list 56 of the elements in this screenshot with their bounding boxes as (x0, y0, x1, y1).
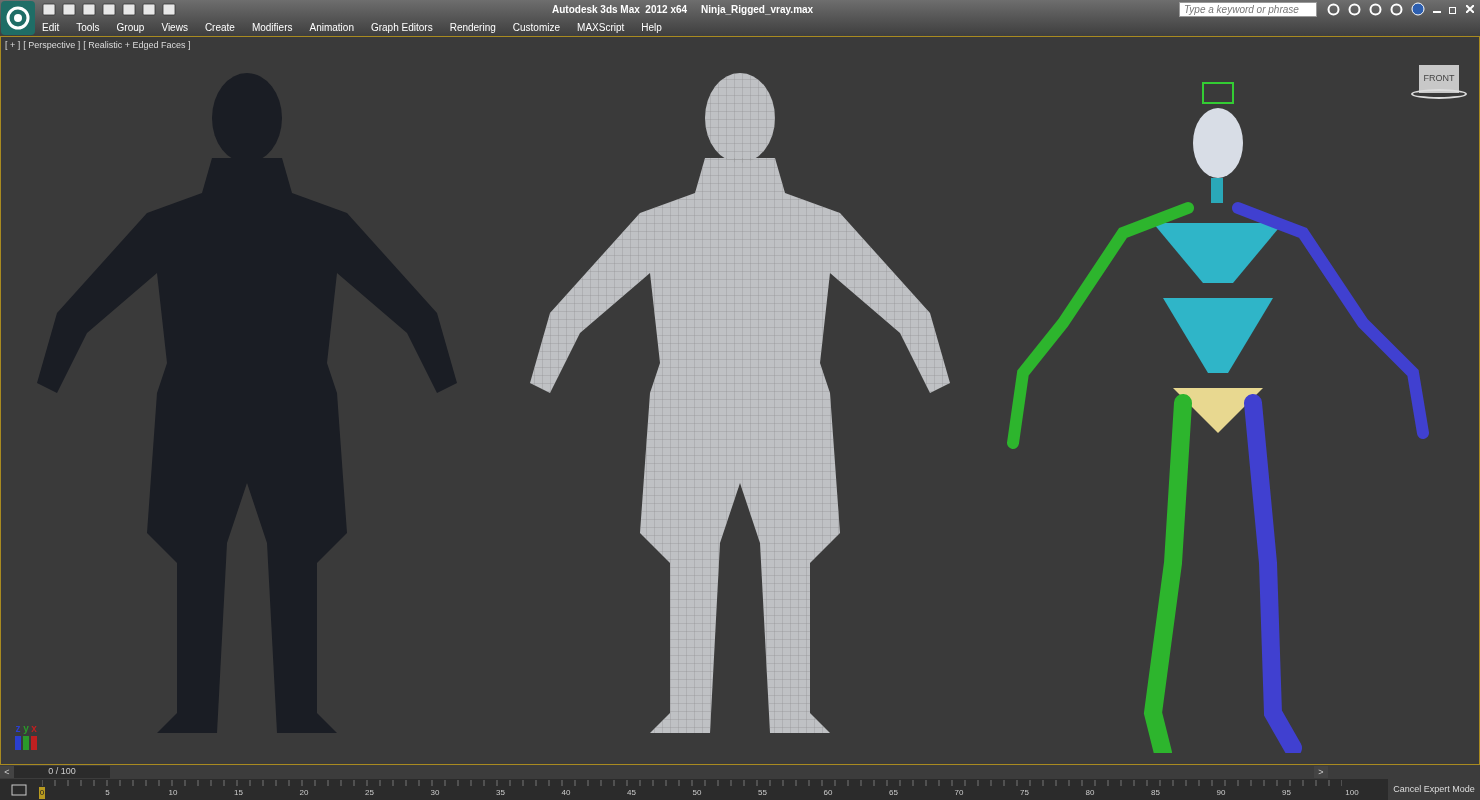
menu-item[interactable]: Create (204, 19, 235, 35)
cancel-expert-mode-button[interactable]: Cancel Expert Mode (1388, 779, 1480, 800)
search-field[interactable]: Type a keyword or phrase (1179, 1, 1317, 17)
frame-tick-label: 70 (954, 787, 964, 799)
menu-item[interactable]: Tools (76, 19, 100, 35)
viewport-label[interactable]: [ Perspective ] (23, 39, 81, 53)
frame-tick-label: 40 (561, 787, 571, 799)
viewcube-ring[interactable] (1411, 89, 1467, 99)
axis-label: z (15, 722, 21, 736)
next-frame-button[interactable]: > (1314, 766, 1328, 778)
menu-item[interactable]: MAXScript (577, 19, 625, 35)
frame-counter: 0 / 100 (48, 765, 76, 779)
menu-item[interactable]: Edit (42, 19, 60, 35)
frame-tick-label: 35 (496, 787, 505, 799)
frame-tick-label: 25 (365, 787, 374, 799)
viewport-label[interactable]: [ + ] (5, 39, 21, 53)
frame-tick-label: 10 (168, 787, 178, 799)
frame-tick-label: 60 (823, 787, 833, 799)
frame-tick-label: 80 (1085, 787, 1095, 799)
frame-tick-label: 55 (758, 787, 767, 799)
axis-label: y (23, 722, 29, 736)
frame-tick-label: 85 (1151, 787, 1160, 799)
frame-tick-label: 30 (430, 787, 440, 799)
frame-tick-label: 100 (1345, 787, 1359, 799)
app-title: Autodesk 3ds Max 2012 x64 (552, 2, 688, 17)
previous-frame-button[interactable]: < (0, 766, 14, 778)
menu-item[interactable]: Views (161, 19, 188, 35)
menu-item[interactable]: Rendering (449, 19, 496, 35)
frame-tick-label: 90 (1216, 787, 1226, 799)
app-logo-icon (6, 6, 30, 30)
frame-tick-label: 50 (692, 787, 702, 799)
time-slider-thumb[interactable]: 0 / 100 (14, 766, 110, 778)
frame-tick-label: 15 (234, 787, 243, 799)
frame-tick-label: 65 (889, 787, 898, 799)
viewport-label[interactable]: [ Realistic + Edged Faces ] (83, 39, 191, 53)
frame-tick-label: 0 (38, 787, 46, 799)
menu-item[interactable]: Customize (512, 19, 561, 35)
viewcube-face-label: FRONT (1423, 72, 1455, 86)
frame-tick-label: 75 (1020, 787, 1029, 799)
frame-tick-label: 45 (627, 787, 636, 799)
close-icon[interactable] (1466, 5, 1474, 13)
viewcube[interactable]: FRONT (1419, 65, 1459, 93)
menu-item[interactable]: Help (641, 19, 662, 35)
frame-tick-label: 20 (299, 787, 309, 799)
frame-tick-label: 95 (1282, 787, 1291, 799)
frame-tick-label: 5 (105, 787, 110, 799)
file-name: Ninja_Rigged_vray.max (701, 2, 814, 17)
app-menu-button[interactable] (1, 1, 35, 35)
axis-label: x (31, 722, 37, 736)
menu-item[interactable]: Modifiers (251, 19, 293, 35)
file-new-icon[interactable] (42, 2, 56, 16)
menu-item[interactable]: Graph Editors (370, 19, 433, 35)
menu-item[interactable]: Group (116, 19, 145, 35)
curve-editor-icon[interactable] (11, 783, 27, 796)
menu-item[interactable]: Animation (309, 19, 354, 35)
restore-icon[interactable] (1449, 4, 1458, 14)
